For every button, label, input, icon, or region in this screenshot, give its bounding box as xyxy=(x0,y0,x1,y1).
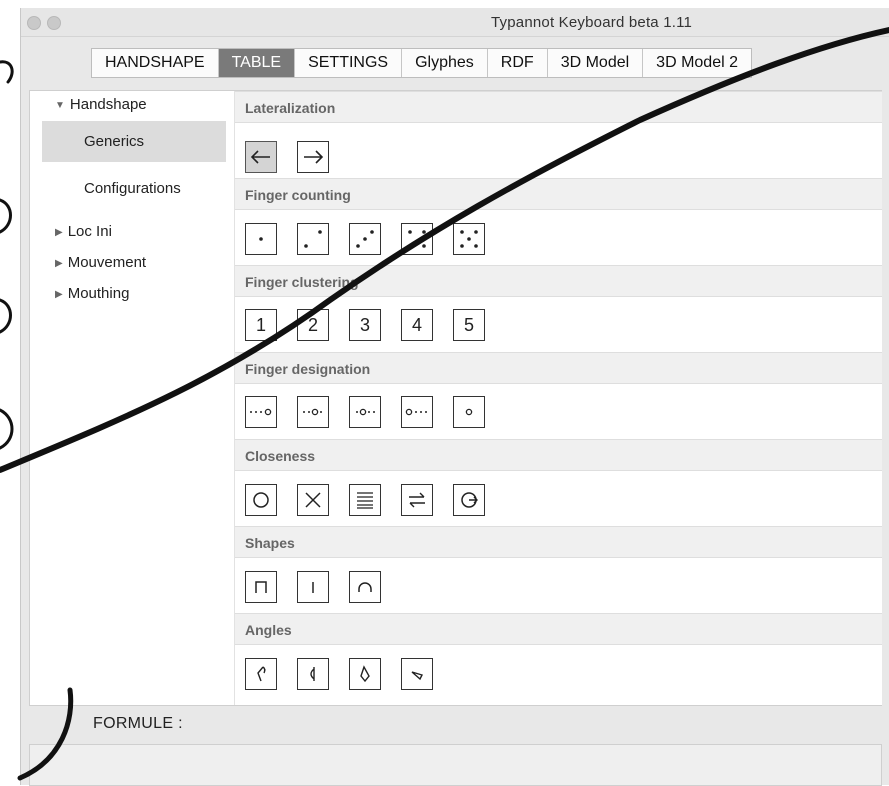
designation-4-key[interactable] xyxy=(245,396,277,428)
section-header-finger-designation: Finger designation xyxy=(235,352,882,384)
circle-key[interactable] xyxy=(245,484,277,516)
key-table: Lateralization Finger counting Finger cl… xyxy=(234,91,882,705)
tab-3d-model-2[interactable]: 3D Model 2 xyxy=(643,49,751,77)
minimize-window-button[interactable] xyxy=(47,16,61,30)
angle-4-key[interactable] xyxy=(401,658,433,690)
cluster-3-key[interactable]: 3 xyxy=(349,309,381,341)
designation-0-key[interactable] xyxy=(453,396,485,428)
lines-key[interactable] xyxy=(349,484,381,516)
tab-table[interactable]: TABLE xyxy=(218,49,296,77)
dice-4-key[interactable] xyxy=(401,223,433,255)
section-row-shapes xyxy=(235,558,882,613)
formula-field[interactable] xyxy=(29,744,882,786)
section-header-finger-clustering: Finger clustering xyxy=(235,265,882,297)
section-row-angles xyxy=(235,645,882,700)
app-window: Typannot Keyboard beta 1.11 HANDSHAPE TA… xyxy=(20,8,889,786)
dice-3-key[interactable] xyxy=(349,223,381,255)
sidebar-item-mouthing[interactable]: ▶ Mouthing xyxy=(55,285,129,302)
triangle-right-icon: ▶ xyxy=(55,258,63,269)
sidebar-item-label: Mouthing xyxy=(67,285,130,302)
section-row-finger-counting xyxy=(235,210,882,265)
sidebar-item-label: Handshape xyxy=(69,96,147,113)
right-arrow-key[interactable] xyxy=(297,141,329,173)
angle-3-key[interactable] xyxy=(349,658,381,690)
tab-rdf[interactable]: RDF xyxy=(488,49,548,77)
cluster-2-key[interactable]: 2 xyxy=(297,309,329,341)
tab-glyphes[interactable]: Glyphes xyxy=(402,49,488,77)
angle-2-key[interactable] xyxy=(297,658,329,690)
sidebar-item-loc-ini[interactable]: ▶ Loc Ini xyxy=(55,223,112,240)
section-row-closeness xyxy=(235,471,882,526)
shape-square-key[interactable] xyxy=(245,571,277,603)
dice-1-key[interactable] xyxy=(245,223,277,255)
section-row-finger-designation xyxy=(235,384,882,439)
sidebar-item-handshape[interactable]: ▼ Handshape xyxy=(55,96,147,113)
tab-settings[interactable]: SETTINGS xyxy=(295,49,403,77)
triangle-right-icon: ▶ xyxy=(55,227,63,238)
sidebar-item-generics[interactable]: Generics xyxy=(84,133,144,150)
sidebar-item-mouvement[interactable]: ▶ Mouvement xyxy=(55,254,146,271)
tab-handshape[interactable]: HANDSHAPE xyxy=(92,49,219,77)
dice-2-key[interactable] xyxy=(297,223,329,255)
table-panel: ▼ Handshape Generics Configurations ▶ Loc … xyxy=(29,90,882,706)
cluster-1-key[interactable]: 1 xyxy=(245,309,277,341)
section-row-finger-clustering: 1 2 3 4 5 xyxy=(235,297,882,352)
exchange-arrows-key[interactable] xyxy=(401,484,433,516)
title-bar: Typannot Keyboard beta 1.11 xyxy=(21,8,889,37)
section-header-finger-counting: Finger counting xyxy=(235,178,882,210)
cluster-4-key[interactable]: 4 xyxy=(401,309,433,341)
sidebar-item-label: Mouvement xyxy=(67,254,147,271)
cluster-5-key[interactable]: 5 xyxy=(453,309,485,341)
cross-key[interactable] xyxy=(297,484,329,516)
sidebar-item-label: Loc Ini xyxy=(67,223,112,240)
designation-1-key[interactable] xyxy=(401,396,433,428)
circle-arrow-key[interactable] xyxy=(453,484,485,516)
section-row-lateralization xyxy=(235,123,882,178)
section-header-lateralization: Lateralization xyxy=(235,91,882,123)
sidebar-item-configurations[interactable]: Configurations xyxy=(84,180,181,197)
section-header-shapes: Shapes xyxy=(235,526,882,558)
tab-3d-model[interactable]: 3D Model xyxy=(548,49,644,77)
tab-bar: HANDSHAPE TABLE SETTINGS Glyphes RDF 3D … xyxy=(91,48,752,78)
close-window-button[interactable] xyxy=(27,16,41,30)
dice-5-key[interactable] xyxy=(453,223,485,255)
angle-1-key[interactable] xyxy=(245,658,277,690)
window-title: Typannot Keyboard beta 1.11 xyxy=(491,14,693,31)
left-arrow-key[interactable] xyxy=(245,141,277,173)
section-header-closeness: Closeness xyxy=(235,439,882,471)
designation-3-key[interactable] xyxy=(297,396,329,428)
triangle-right-icon: ▶ xyxy=(55,289,63,300)
sidebar: ▼ Handshape Generics Configurations ▶ Loc … xyxy=(30,91,234,705)
formula-label: FORMULE : xyxy=(93,715,183,732)
shape-line-key[interactable] xyxy=(297,571,329,603)
section-header-angles: Angles xyxy=(235,613,882,645)
triangle-down-icon: ▼ xyxy=(55,100,65,111)
shape-arc-key[interactable] xyxy=(349,571,381,603)
designation-2-key[interactable] xyxy=(349,396,381,428)
